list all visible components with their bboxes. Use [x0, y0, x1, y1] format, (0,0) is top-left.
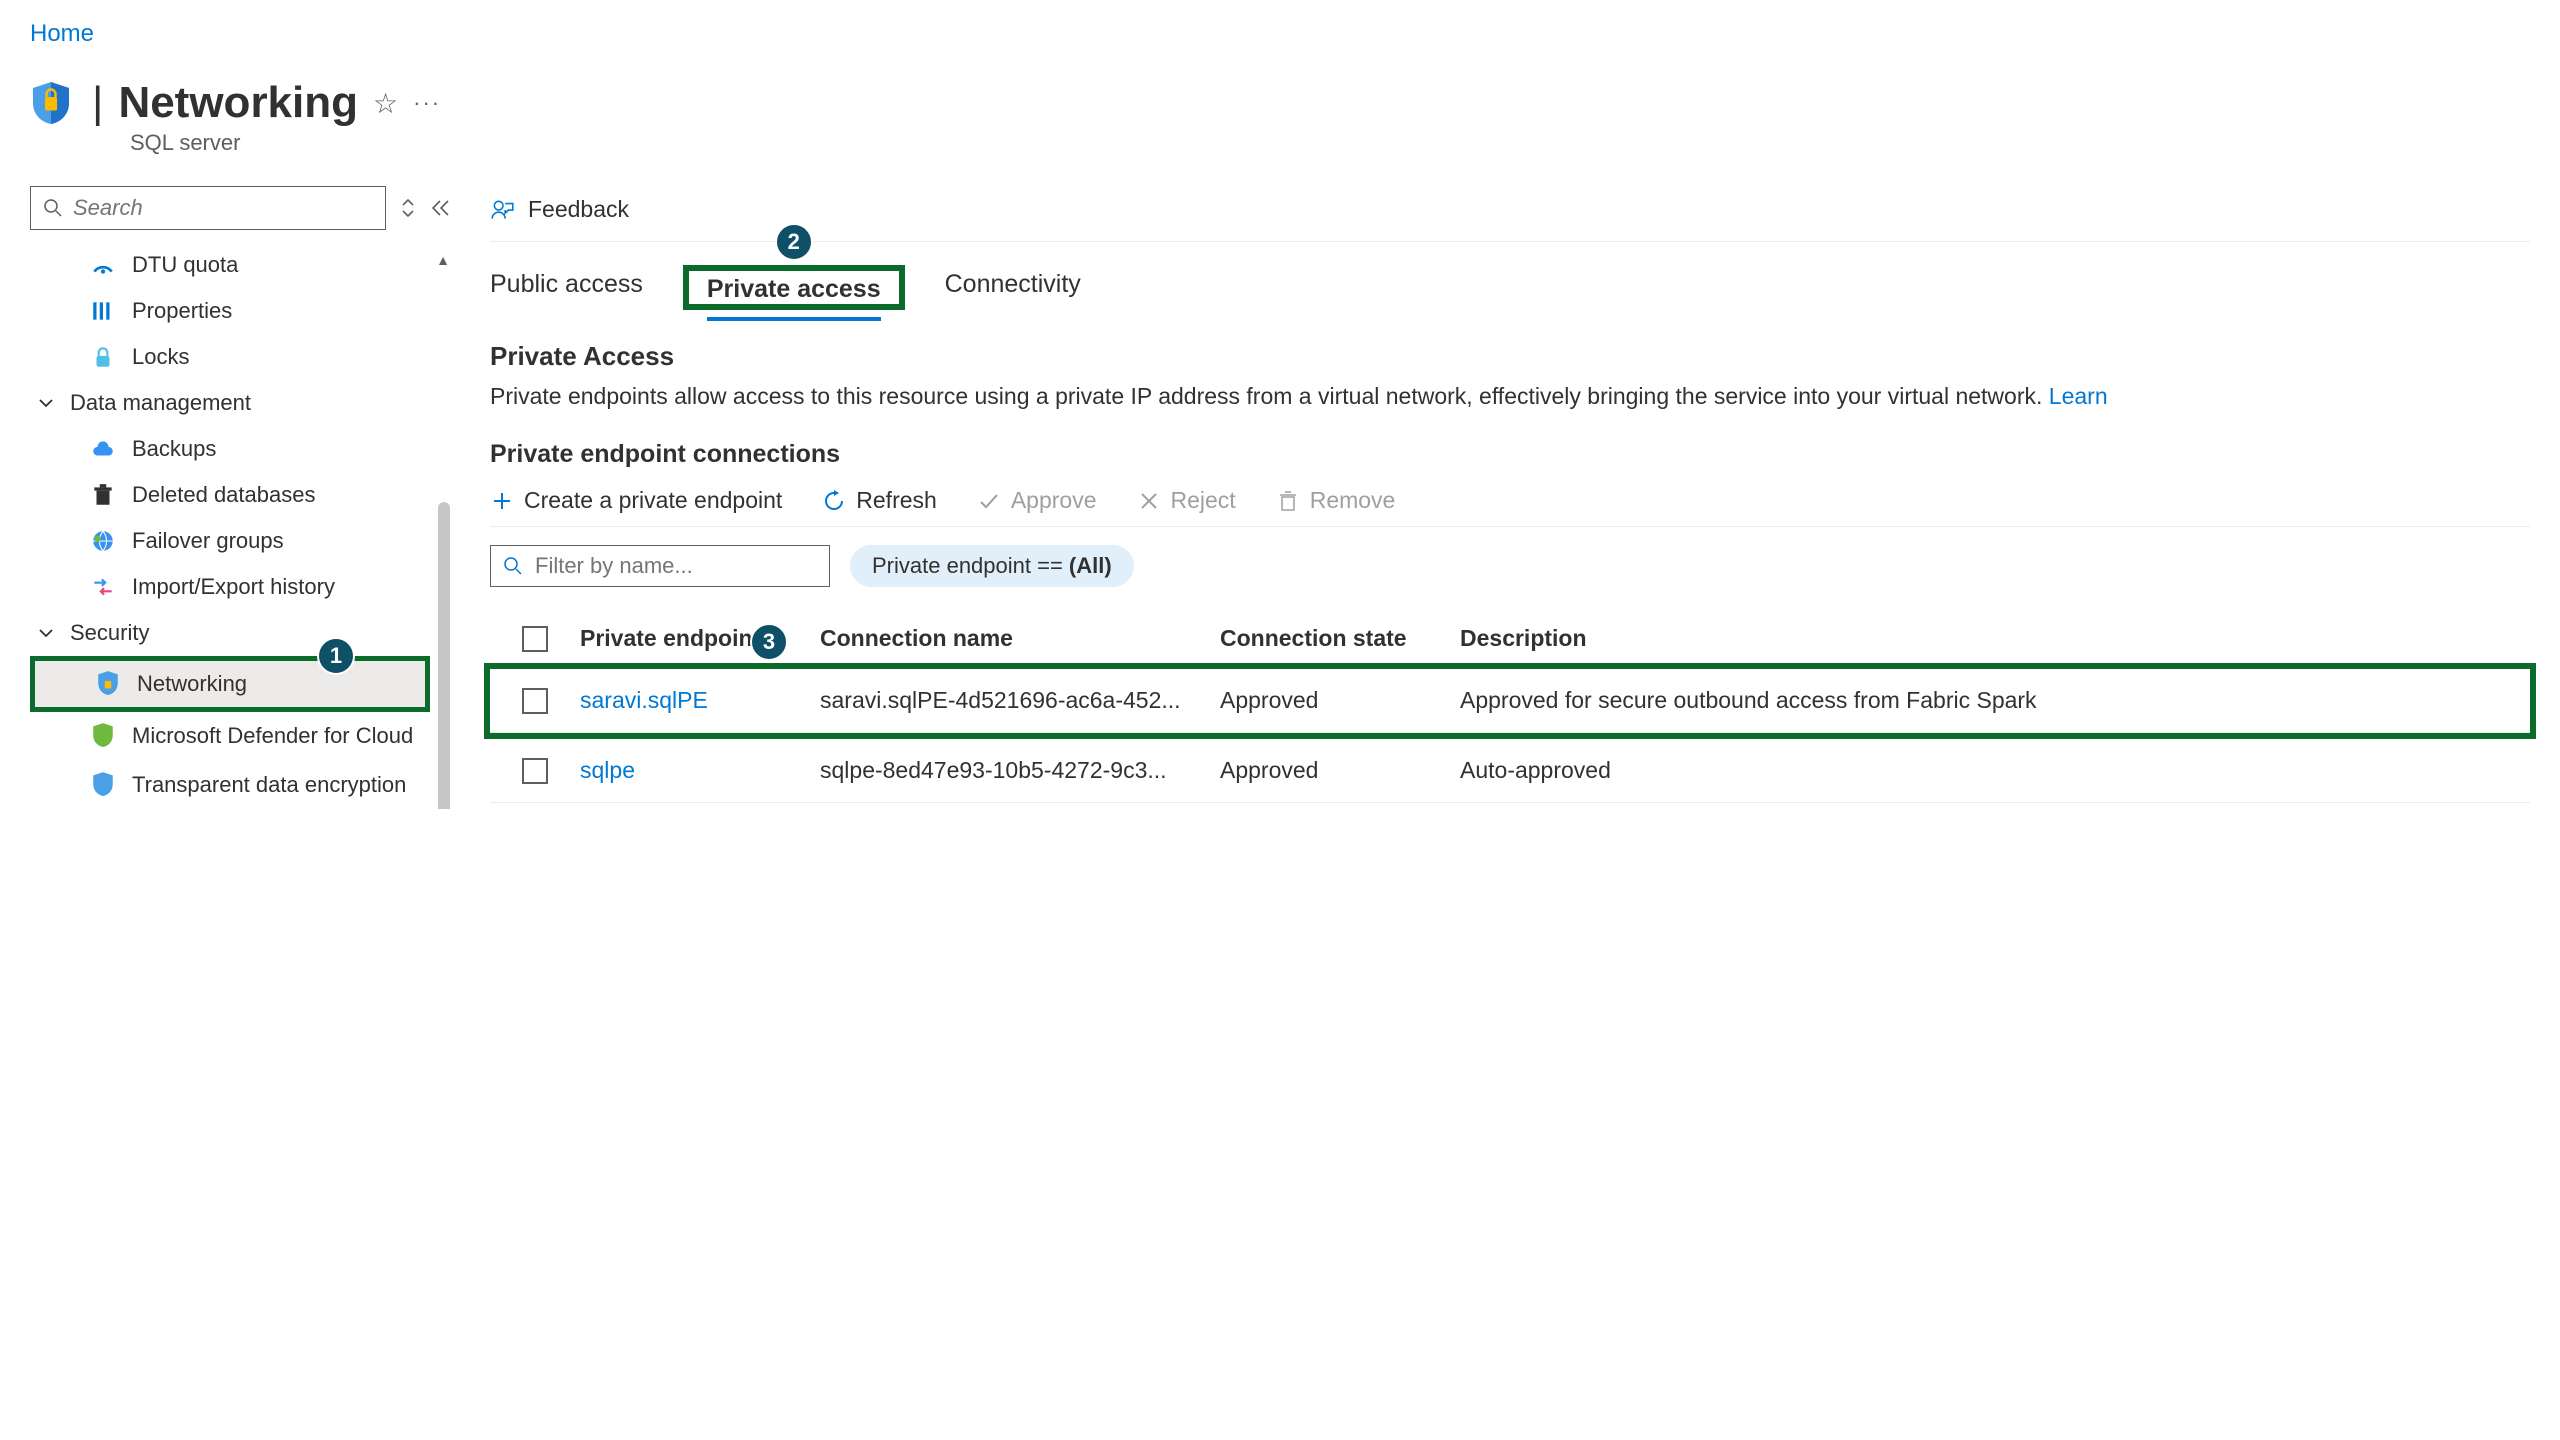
section-title-connections: Private endpoint connections — [490, 440, 2530, 469]
callout-highlight-private-tab: 2 Private access — [683, 265, 905, 310]
search-input[interactable] — [73, 195, 373, 221]
refresh-button[interactable]: Refresh — [822, 487, 937, 514]
x-icon — [1137, 489, 1161, 513]
sidebar-item-deleted-databases[interactable]: Deleted databases — [30, 472, 430, 518]
tab-private-access[interactable]: Private access — [707, 267, 881, 321]
sidebar-item-failover-groups[interactable]: Failover groups — [30, 518, 430, 564]
feedback-button[interactable]: Feedback — [528, 196, 629, 223]
callout-highlight-row: 3 saravi.sqlPE saravi.sqlPE-4d521696-ac6… — [484, 663, 2536, 739]
col-header-description[interactable]: Description — [1460, 625, 2530, 652]
gauge-icon — [90, 252, 116, 278]
section-description: Private endpoints allow access to this r… — [490, 380, 2530, 412]
callout-badge-1: 1 — [317, 637, 355, 675]
col-header-connection-state[interactable]: Connection state — [1220, 625, 1460, 652]
col-header-connection-name[interactable]: Connection name — [820, 625, 1220, 652]
endpoint-link[interactable]: saravi.sqlPE — [580, 687, 820, 714]
filter-input[interactable] — [535, 553, 823, 579]
lock-icon — [90, 344, 116, 370]
cell-connection-state: Approved — [1220, 687, 1460, 714]
callout-highlight-networking: 1 Networking — [30, 656, 430, 712]
filter-by-name[interactable] — [490, 545, 830, 587]
tab-public-access[interactable]: Public access — [490, 262, 643, 313]
sidebar-item-label: Import/Export history — [132, 574, 335, 600]
section-title-private-access: Private Access — [490, 341, 2530, 372]
callout-badge-3: 3 — [750, 623, 788, 661]
chevron-down-icon — [38, 398, 54, 408]
plus-icon — [490, 489, 514, 513]
sidebar-category-security[interactable]: Security — [30, 610, 430, 656]
sql-shield-icon — [30, 79, 72, 127]
sidebar-item-defender[interactable]: Microsoft Defender for Cloud — [30, 712, 430, 761]
sidebar-category-label: Security — [70, 620, 149, 646]
sidebar-item-label: Locks — [132, 344, 189, 370]
chevron-down-icon — [38, 628, 54, 638]
cloud-icon — [90, 436, 116, 462]
collapse-sidebar-icon[interactable] — [430, 199, 450, 217]
search-icon — [503, 556, 535, 576]
title-separator: | — [92, 78, 103, 128]
refresh-icon — [822, 489, 846, 513]
table-row[interactable]: saravi.sqlPE saravi.sqlPE-4d521696-ac6a-… — [490, 669, 2530, 733]
approve-button: Approve — [977, 487, 1097, 514]
sidebar-category-data-management[interactable]: Data management — [30, 380, 430, 426]
sidebar-search[interactable] — [30, 186, 386, 230]
shield-icon — [90, 772, 116, 798]
cell-description: Auto-approved — [1460, 757, 2530, 784]
table-row[interactable]: sqlpe sqlpe-8ed47e93-10b5-4272-9c3... Ap… — [490, 739, 2530, 803]
sidebar: ▲ DTU quota Properties — [30, 186, 450, 809]
sidebar-item-label: Transparent data encryption — [132, 771, 406, 800]
import-export-icon — [90, 574, 116, 600]
sidebar-item-label: Networking — [137, 671, 247, 697]
sidebar-item-properties[interactable]: Properties — [30, 288, 430, 334]
table-header-row: Private endpoint Connection name Connect… — [490, 615, 2530, 663]
check-icon — [977, 489, 1001, 513]
cell-connection-name: sqlpe-8ed47e93-10b5-4272-9c3... — [820, 757, 1220, 784]
sidebar-item-label: Microsoft Defender for Cloud — [132, 722, 413, 751]
filter-pill[interactable]: Private endpoint == (All) — [850, 545, 1134, 587]
sidebar-item-label: Deleted databases — [132, 482, 315, 508]
feedback-icon — [490, 197, 516, 223]
reject-button: Reject — [1137, 487, 1236, 514]
sidebar-item-locks[interactable]: Locks — [30, 334, 430, 380]
row-checkbox[interactable] — [522, 688, 548, 714]
scrollbar-thumb[interactable] — [438, 502, 450, 809]
trash-icon — [1276, 489, 1300, 513]
sidebar-category-label: Data management — [70, 390, 251, 416]
sidebar-item-networking[interactable]: Networking — [35, 661, 425, 707]
learn-more-link[interactable]: Learn — [2049, 383, 2108, 409]
sidebar-item-label: Failover groups — [132, 528, 284, 554]
create-endpoint-button[interactable]: Create a private endpoint — [490, 487, 782, 514]
cell-connection-state: Approved — [1220, 757, 1460, 784]
expand-toggle-icon[interactable] — [401, 197, 415, 219]
remove-button: Remove — [1276, 487, 1396, 514]
favorite-star-icon[interactable]: ☆ — [373, 87, 398, 120]
main-content: Feedback Public access 2 Private access … — [490, 186, 2530, 809]
select-all-checkbox[interactable] — [522, 626, 548, 652]
row-checkbox[interactable] — [522, 758, 548, 784]
sidebar-item-backups[interactable]: Backups — [30, 426, 430, 472]
breadcrumb-home[interactable]: Home — [30, 20, 94, 48]
callout-badge-2: 2 — [775, 223, 813, 261]
cell-description: Approved for secure outbound access from… — [1460, 687, 2530, 714]
sidebar-item-label: Backups — [132, 436, 216, 462]
tab-connectivity[interactable]: Connectivity — [945, 262, 1081, 313]
sidebar-item-label: DTU quota — [132, 252, 238, 278]
trash-icon — [90, 482, 116, 508]
shield-lock-icon — [95, 671, 121, 697]
globe-icon — [90, 528, 116, 554]
more-icon[interactable]: ··· — [413, 90, 441, 116]
search-icon — [43, 198, 73, 218]
sidebar-item-label: Properties — [132, 298, 232, 324]
properties-icon — [90, 298, 116, 324]
sidebar-item-import-export[interactable]: Import/Export history — [30, 564, 430, 610]
scroll-up-arrow-icon[interactable]: ▲ — [436, 252, 450, 268]
page-title: Networking — [118, 78, 358, 128]
endpoint-link[interactable]: sqlpe — [580, 757, 820, 784]
shield-check-icon — [90, 723, 116, 749]
endpoints-table: Private endpoint Connection name Connect… — [490, 615, 2530, 803]
sidebar-item-tde[interactable]: Transparent data encryption — [30, 761, 430, 810]
cell-connection-name: saravi.sqlPE-4d521696-ac6a-452... — [820, 687, 1220, 714]
sidebar-item-dtu-quota[interactable]: DTU quota — [30, 242, 430, 288]
resource-type-label: SQL server — [130, 130, 2530, 156]
